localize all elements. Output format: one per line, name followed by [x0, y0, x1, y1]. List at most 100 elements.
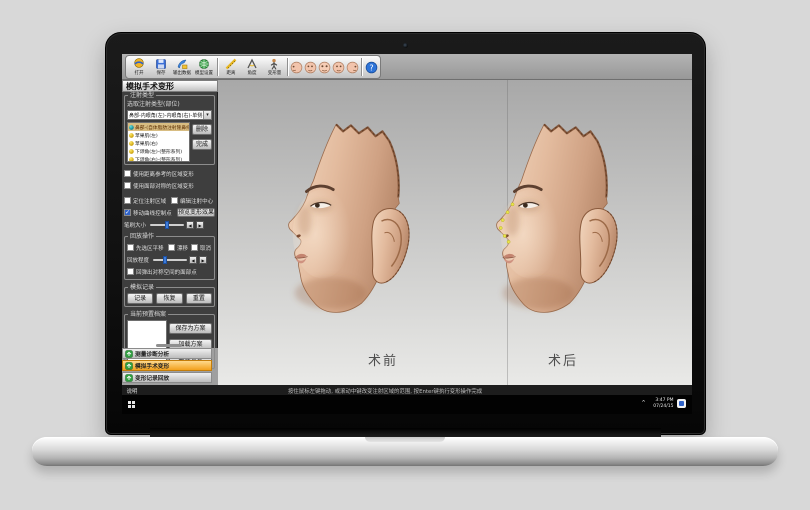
- injection-list[interactable]: 鼻部-(自体脂肪注射隆鼻综合) 苹果肌(左) 苹果肌(右): [127, 122, 190, 162]
- view-right-profile-button[interactable]: [345, 56, 359, 78]
- distance-icon: [225, 58, 237, 70]
- pre-surgery-label: 术前: [368, 350, 398, 369]
- post-surgery-label: 术后: [548, 350, 578, 369]
- tab-simulated-surgery[interactable]: 模拟手术变形: [122, 360, 212, 371]
- angle-button[interactable]: 角度: [241, 56, 263, 78]
- list-item[interactable]: 鼻部-(自体脂肪注射隆鼻综合): [128, 123, 189, 131]
- export-data-icon: [176, 58, 188, 70]
- brush-increase-button[interactable]: ▶: [196, 221, 204, 229]
- module-tabs: 测量诊断分析 模拟手术变形 变形记录回放: [122, 348, 212, 384]
- checkbox-label: 漂移: [177, 243, 188, 251]
- viewport-3d[interactable]: 术前 术后: [218, 80, 692, 385]
- deformation-button[interactable]: 变形量: [263, 56, 285, 78]
- record-button[interactable]: 记录: [127, 293, 153, 304]
- checkbox-label: 编辑注射中心: [180, 196, 213, 204]
- distance-region-checkbox[interactable]: [124, 170, 131, 177]
- face-front-icon: [318, 61, 331, 74]
- item-bullet-icon: [129, 133, 134, 138]
- deformation-icon: [268, 58, 280, 70]
- toolbar-label: 保存: [156, 70, 165, 75]
- reset-button[interactable]: 重置: [186, 293, 212, 304]
- edit-center-checkbox[interactable]: [171, 197, 178, 204]
- symmetry-region-checkbox[interactable]: [124, 182, 131, 189]
- item-bullet-icon: [129, 125, 134, 130]
- slider-thumb[interactable]: [165, 221, 169, 229]
- patient-face-post[interactable]: [479, 109, 627, 349]
- preview-deformation-button[interactable]: 预览变形效果: [177, 208, 215, 217]
- clock-time: 3:47 PM: [653, 397, 673, 402]
- toolbar-label: 变形量: [267, 70, 281, 75]
- tab-measure-diagnosis[interactable]: 测量诊断分析: [122, 348, 212, 359]
- desk-background: 打开 保存: [0, 0, 810, 510]
- svg-text:?: ?: [369, 63, 373, 72]
- model-settings-button[interactable]: 模型设置: [193, 56, 215, 78]
- injection-type-dropdown[interactable]: 鼻部-内眼角(左)-内眼角(右)-单侧+.. ▾: [127, 110, 212, 120]
- taskbar-clock[interactable]: 3:47 PM 07/24/15: [651, 397, 673, 409]
- patient-face-pre[interactable]: [271, 109, 419, 349]
- save-button[interactable]: 保存: [150, 56, 172, 78]
- toolbar-separator: [287, 58, 288, 76]
- view-half-left-button[interactable]: [304, 56, 318, 78]
- status-message: 按住鼠标左键拖动, 或滚动中键改变注射区域的范围, 按Enter键执行变形操作完…: [288, 386, 482, 394]
- export-data-button[interactable]: 输出数据: [171, 56, 193, 78]
- playback-level-label: 回放程度: [127, 255, 149, 263]
- injection-select-label: 选取注射类型(部位): [127, 101, 212, 109]
- help-button[interactable]: ?: [364, 56, 378, 78]
- save-preset-button[interactable]: 保存为方案: [169, 323, 212, 334]
- main-toolbar: 打开 保存: [125, 55, 381, 79]
- done-button[interactable]: 完成: [192, 139, 212, 150]
- laptop-base-notch: [365, 437, 445, 442]
- open-button[interactable]: 打开: [128, 56, 150, 78]
- delete-item-button[interactable]: 删除: [192, 124, 212, 135]
- tab-deformation-playback[interactable]: 变形记录回放: [122, 372, 212, 383]
- brush-size-label: 笔刷大小: [124, 220, 146, 228]
- chevron-down-icon[interactable]: ▾: [203, 111, 211, 119]
- view-front-button[interactable]: [318, 56, 332, 78]
- tray-expand-icon[interactable]: ⌃: [641, 399, 647, 407]
- list-item[interactable]: 苹果肌(右): [128, 139, 189, 147]
- list-item[interactable]: 苹果肌(左): [128, 131, 189, 139]
- list-item-label: 鼻部-(自体脂肪注射隆鼻综合): [135, 124, 190, 131]
- list-item[interactable]: 下颌角(左)-(整形系列): [128, 147, 189, 155]
- view-half-right-button[interactable]: [331, 56, 345, 78]
- list-item-label: 下颌角(右)-(整形系列): [135, 156, 182, 162]
- translate-checkbox[interactable]: [127, 244, 134, 251]
- drift-checkbox[interactable]: [168, 244, 175, 251]
- windows-taskbar: ⌃ 3:47 PM 07/24/15: [122, 395, 692, 414]
- rebound-symmetry-checkbox[interactable]: [127, 268, 134, 275]
- checkbox-label: 移动曲线控制点: [133, 208, 172, 216]
- slider-thumb[interactable]: [163, 256, 167, 264]
- tab-label: 变形记录回放: [135, 373, 169, 382]
- list-item-label: 苹果肌(右): [135, 140, 158, 147]
- playback-increase-button[interactable]: ▶: [199, 256, 207, 264]
- view-left-profile-button[interactable]: [290, 56, 304, 78]
- restore-button[interactable]: 恢复: [156, 293, 182, 304]
- playback-decrease-button[interactable]: ◀: [189, 256, 197, 264]
- record-group-label: 模拟记录: [128, 284, 156, 291]
- list-item-label: 苹果肌(左): [135, 132, 158, 139]
- system-tray: ⌃ 3:47 PM 07/24/15: [641, 397, 686, 409]
- windows-start-button[interactable]: [128, 401, 135, 408]
- tab-label: 测量诊断分析: [135, 349, 169, 358]
- angle-icon: [246, 58, 258, 70]
- tab-label: 模拟手术变形: [135, 361, 169, 370]
- playback-level-slider[interactable]: [153, 259, 187, 261]
- laptop-base: [32, 437, 778, 466]
- toolbar-strip: 打开 保存: [122, 54, 692, 80]
- list-item[interactable]: 下颌角(右)-(整形系列): [128, 155, 189, 162]
- cancel-checkbox[interactable]: [191, 244, 198, 251]
- open-icon: [133, 58, 145, 70]
- module-cube-icon: [125, 362, 133, 370]
- module-cube-icon: [125, 374, 133, 382]
- status-bar: 说明 按住鼠标左键拖动, 或滚动中键改变注射区域的范围, 按Enter键执行变形…: [122, 385, 692, 395]
- toolbar-separator: [361, 58, 362, 76]
- list-item-label: 下颌角(左)-(整形系列): [135, 148, 182, 155]
- brush-decrease-button[interactable]: ◀: [186, 221, 194, 229]
- tray-app-icon[interactable]: [677, 399, 686, 408]
- distance-button[interactable]: 距离: [220, 56, 242, 78]
- move-curve-points-checkbox[interactable]: [124, 209, 131, 216]
- panel-scrollbar[interactable]: [156, 344, 182, 347]
- brush-size-slider[interactable]: [150, 224, 184, 226]
- locate-injection-checkbox[interactable]: [124, 197, 131, 204]
- face-left-icon: [290, 61, 303, 74]
